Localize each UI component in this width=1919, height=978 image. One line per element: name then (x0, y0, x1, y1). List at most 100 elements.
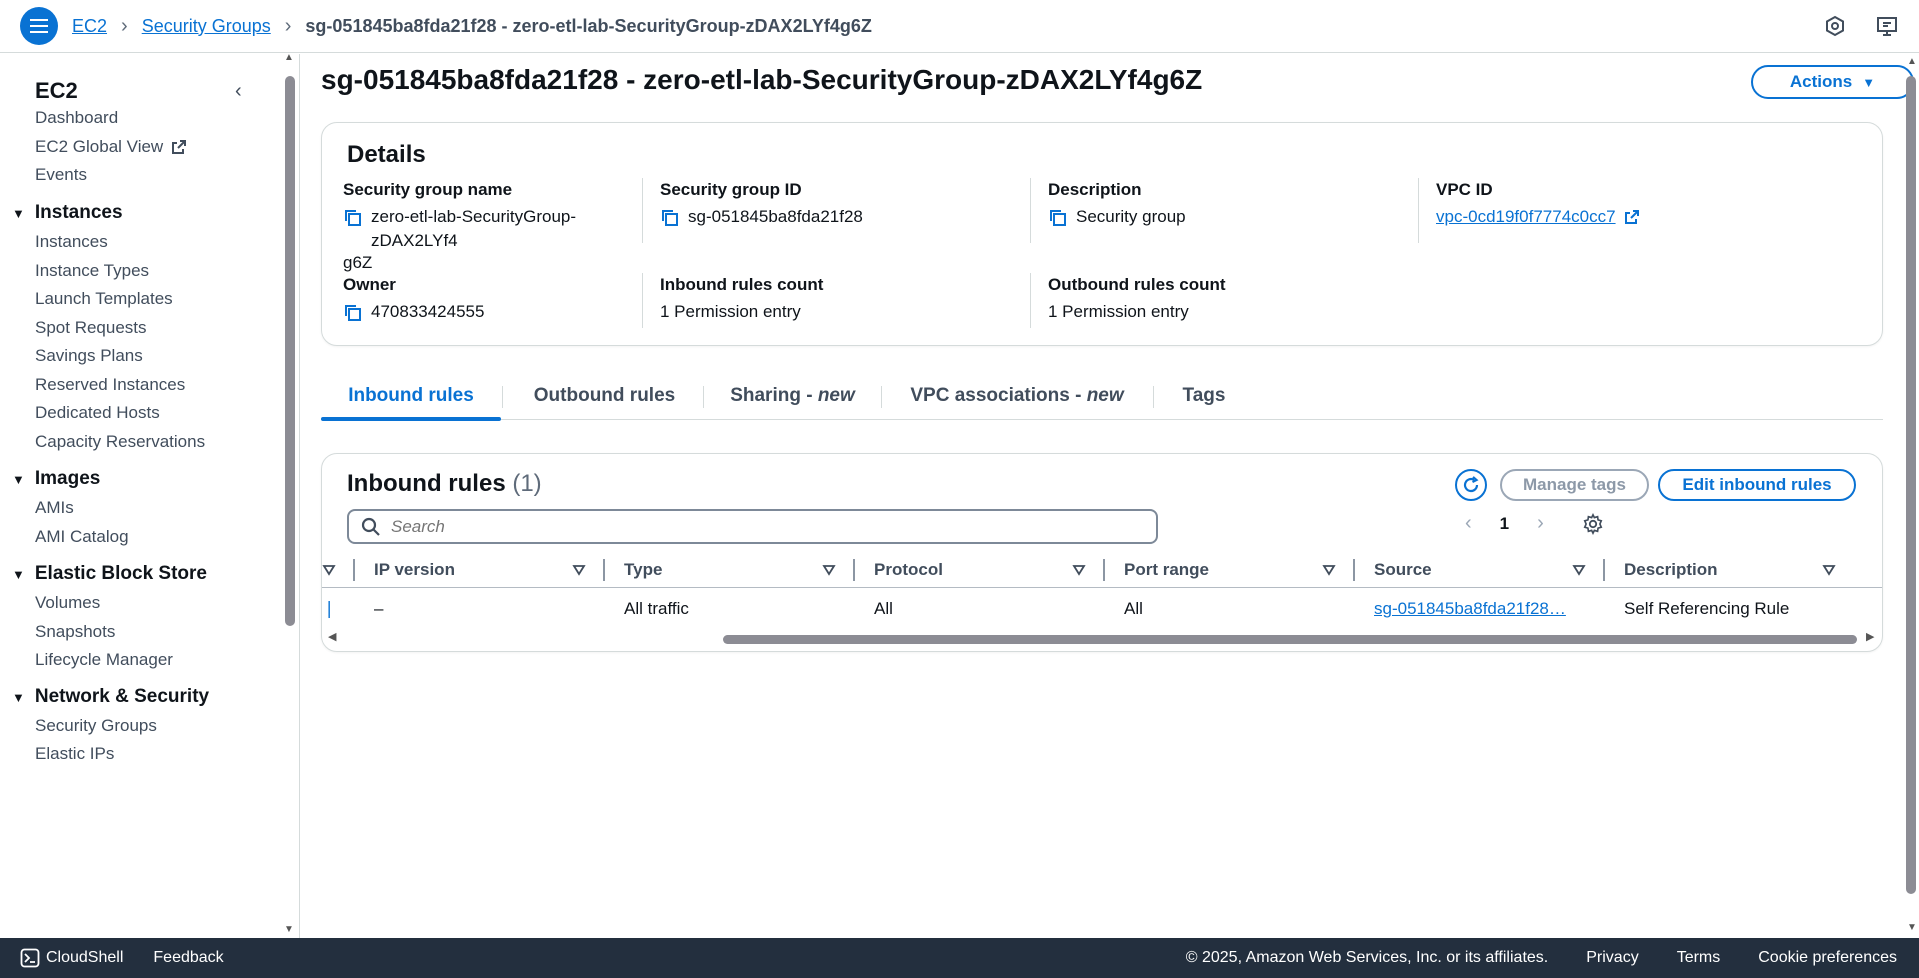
sidebar-item-dashboard[interactable]: Dashboard (35, 108, 118, 128)
sort-icon[interactable] (822, 563, 836, 577)
cookie-preferences-link[interactable]: Cookie preferences (1758, 949, 1897, 967)
column-divider[interactable] (853, 559, 855, 581)
copy-icon[interactable] (660, 208, 680, 228)
caret-down-icon: ▼ (12, 205, 25, 221)
column-header-ip-version[interactable]: IP version (374, 560, 455, 580)
sidebar-item-launch-templates[interactable]: Launch Templates (35, 289, 173, 309)
column-divider[interactable] (1353, 559, 1355, 581)
column-divider[interactable] (1603, 559, 1605, 581)
scroll-down-arrow-icon[interactable]: ▼ (1907, 922, 1917, 933)
sidebar-item-ec2-global-view[interactable]: EC2 Global View (35, 137, 187, 157)
sidebar-item-security-groups[interactable]: Security Groups (35, 716, 157, 736)
chevron-right-icon: › (121, 14, 128, 37)
screen-feedback-icon[interactable] (1875, 14, 1899, 38)
scroll-up-arrow-icon[interactable]: ▲ (1907, 56, 1917, 67)
sort-icon[interactable] (1822, 563, 1836, 577)
sort-icon[interactable] (572, 563, 586, 577)
sort-icon[interactable] (322, 563, 336, 577)
column-header-description[interactable]: Description (1624, 560, 1718, 580)
previous-page-icon[interactable]: ‹ (1465, 512, 1472, 535)
sidebar-title[interactable]: EC2 (35, 78, 78, 104)
sidebar-item-ami-catalog[interactable]: AMI Catalog (35, 527, 129, 547)
column-header-source[interactable]: Source (1374, 560, 1432, 580)
sg-name-text: zero-etl-lab-SecurityGroup-zDAX2LYf4 (371, 207, 577, 250)
privacy-link[interactable]: Privacy (1586, 949, 1638, 967)
sidebar-item-instance-types[interactable]: Instance Types (35, 261, 149, 281)
current-page[interactable]: 1 (1500, 514, 1509, 534)
copy-icon[interactable] (343, 208, 363, 228)
terms-link[interactable]: Terms (1677, 949, 1721, 967)
sidebar-item-volumes[interactable]: Volumes (35, 593, 100, 613)
sort-icon[interactable] (1072, 563, 1086, 577)
search-field[interactable] (347, 509, 1158, 544)
scroll-down-arrow-icon[interactable]: ▼ (284, 924, 294, 935)
detail-security-group-name: Security group name zero-etl-lab-Securit… (343, 180, 633, 273)
next-page-icon[interactable]: › (1537, 512, 1544, 535)
copy-icon[interactable] (1048, 208, 1068, 228)
breadcrumb-security-groups-link[interactable]: Security Groups (142, 16, 271, 37)
new-badge: new (1086, 385, 1124, 406)
sidebar-item-capacity-reservations[interactable]: Capacity Reservations (35, 432, 205, 452)
sidebar-item-lifecycle-manager[interactable]: Lifecycle Manager (35, 650, 173, 670)
collapse-sidebar-icon[interactable]: ‹ (235, 80, 242, 103)
sidebar-item-dedicated-hosts[interactable]: Dedicated Hosts (35, 403, 160, 423)
gear-icon[interactable] (1582, 512, 1604, 535)
sidebar-section-network-security[interactable]: ▼ Network & Security (12, 686, 209, 708)
refresh-button[interactable] (1455, 469, 1487, 501)
caret-down-icon: ▼ (12, 689, 25, 705)
menu-toggle-button[interactable] (20, 7, 58, 45)
column-header-port-range[interactable]: Port range (1124, 560, 1209, 580)
column-divider (642, 273, 643, 328)
cloudshell-button[interactable]: CloudShell (20, 948, 123, 968)
breadcrumb-current: sg-051845ba8fda21f28 - zero-etl-lab-Secu… (305, 15, 872, 36)
tab-outbound-rules[interactable]: Outbound rules (503, 372, 706, 420)
column-header-protocol[interactable]: Protocol (874, 560, 943, 580)
scroll-right-arrow-icon[interactable]: ▶ (1866, 630, 1874, 643)
sidebar-item-events[interactable]: Events (35, 165, 87, 185)
top-navigation-bar: EC2 › Security Groups › sg-051845ba8fda2… (0, 0, 1919, 53)
sort-icon[interactable] (1572, 563, 1586, 577)
tab-sharing[interactable]: Sharing - new (704, 372, 881, 420)
scroll-up-arrow-icon[interactable]: ▲ (284, 54, 294, 63)
search-input[interactable] (391, 516, 1091, 537)
external-link-icon[interactable] (1624, 209, 1640, 225)
sidebar-section-images[interactable]: ▼ Images (12, 468, 100, 490)
copy-icon[interactable] (343, 303, 363, 323)
sidebar-item-instances[interactable]: Instances (35, 232, 108, 252)
sort-icon[interactable] (1322, 563, 1336, 577)
tab-tags[interactable]: Tags (1154, 372, 1254, 420)
table-horizontal-scrollbar[interactable]: ◀ ▶ (322, 630, 1882, 644)
sidebar-item-amis[interactable]: AMIs (35, 498, 74, 518)
actions-dropdown-button[interactable]: Actions ▼ (1751, 65, 1914, 99)
vpc-id-link[interactable]: vpc-0cd19f0f7774c0cc7 (1436, 205, 1616, 229)
row-select-indicator: ❘ (322, 599, 337, 618)
hexagon-settings-icon[interactable] (1823, 14, 1847, 38)
cloudshell-label: CloudShell (46, 949, 124, 966)
horizontal-scrollbar-thumb[interactable] (723, 635, 1857, 644)
column-header-type[interactable]: Type (624, 560, 662, 580)
column-divider[interactable] (603, 559, 605, 581)
tab-vpc-associations[interactable]: VPC associations - new (882, 372, 1152, 420)
scroll-left-arrow-icon[interactable]: ◀ (328, 630, 336, 643)
edit-inbound-rules-button[interactable]: Edit inbound rules (1658, 469, 1856, 501)
cell-source-link[interactable]: sg-051845ba8fda21f28… (1374, 599, 1566, 619)
manage-tags-button[interactable]: Manage tags (1500, 469, 1649, 501)
sidebar-item-snapshots[interactable]: Snapshots (35, 622, 115, 642)
sidebar-section-elastic-block-store[interactable]: ▼ Elastic Block Store (12, 563, 207, 585)
table-row[interactable]: ❘ – All traffic All All sg-051845ba8fda2… (322, 589, 1882, 629)
rules-count: (1) (512, 470, 542, 497)
sidebar-item-elastic-ips[interactable]: Elastic IPs (35, 744, 114, 764)
footer: CloudShell Feedback © 2025, Amazon Web S… (0, 938, 1919, 978)
sidebar-item-spot-requests[interactable]: Spot Requests (35, 318, 147, 338)
column-divider[interactable] (1103, 559, 1105, 581)
tab-inbound-rules[interactable]: Inbound rules (321, 372, 501, 421)
sidebar-item-savings-plans[interactable]: Savings Plans (35, 346, 143, 366)
column-divider[interactable] (353, 559, 355, 581)
sidebar-section-instances[interactable]: ▼ Instances (12, 202, 123, 224)
main-scrollbar-thumb[interactable] (1906, 76, 1916, 894)
sidebar-scrollbar-thumb[interactable] (285, 76, 295, 626)
sidebar-item-reserved-instances[interactable]: Reserved Instances (35, 375, 185, 395)
breadcrumb-ec2-link[interactable]: EC2 (72, 16, 107, 37)
section-title: Network & Security (34, 686, 210, 707)
feedback-button[interactable]: Feedback (153, 949, 223, 967)
